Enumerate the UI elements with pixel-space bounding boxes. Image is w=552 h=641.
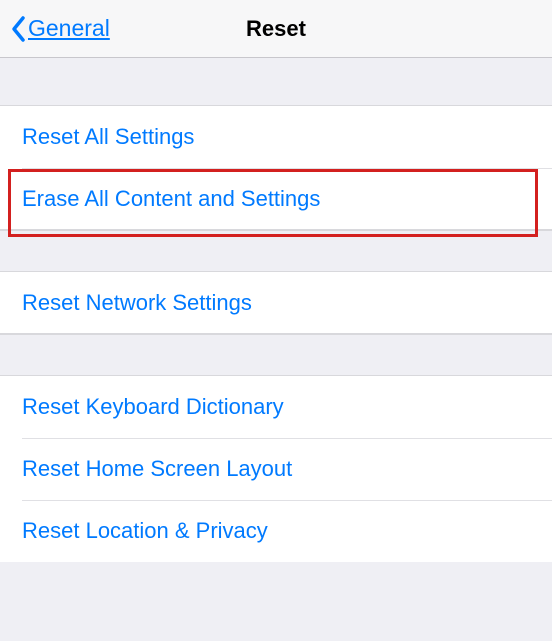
back-label: General — [28, 15, 110, 42]
reset-location-privacy-row[interactable]: Reset Location & Privacy — [0, 500, 552, 562]
row-label: Reset Keyboard Dictionary — [22, 394, 284, 420]
reset-network-settings-row[interactable]: Reset Network Settings — [0, 272, 552, 334]
section-gap — [0, 230, 552, 272]
row-label: Reset Location & Privacy — [22, 518, 268, 544]
row-label: Reset All Settings — [22, 124, 194, 150]
section-gap — [0, 334, 552, 376]
chevron-left-icon — [10, 15, 26, 43]
reset-keyboard-dictionary-row[interactable]: Reset Keyboard Dictionary — [0, 376, 552, 438]
row-label: Reset Network Settings — [22, 290, 252, 316]
nav-bar: General Reset — [0, 0, 552, 58]
row-label: Reset Home Screen Layout — [22, 456, 292, 482]
reset-home-screen-layout-row[interactable]: Reset Home Screen Layout — [0, 438, 552, 500]
reset-all-settings-row[interactable]: Reset All Settings — [0, 106, 552, 168]
section-gap — [0, 58, 552, 106]
erase-all-content-row[interactable]: Erase All Content and Settings — [0, 168, 552, 230]
back-button[interactable]: General — [0, 15, 110, 43]
row-label: Erase All Content and Settings — [22, 186, 320, 212]
